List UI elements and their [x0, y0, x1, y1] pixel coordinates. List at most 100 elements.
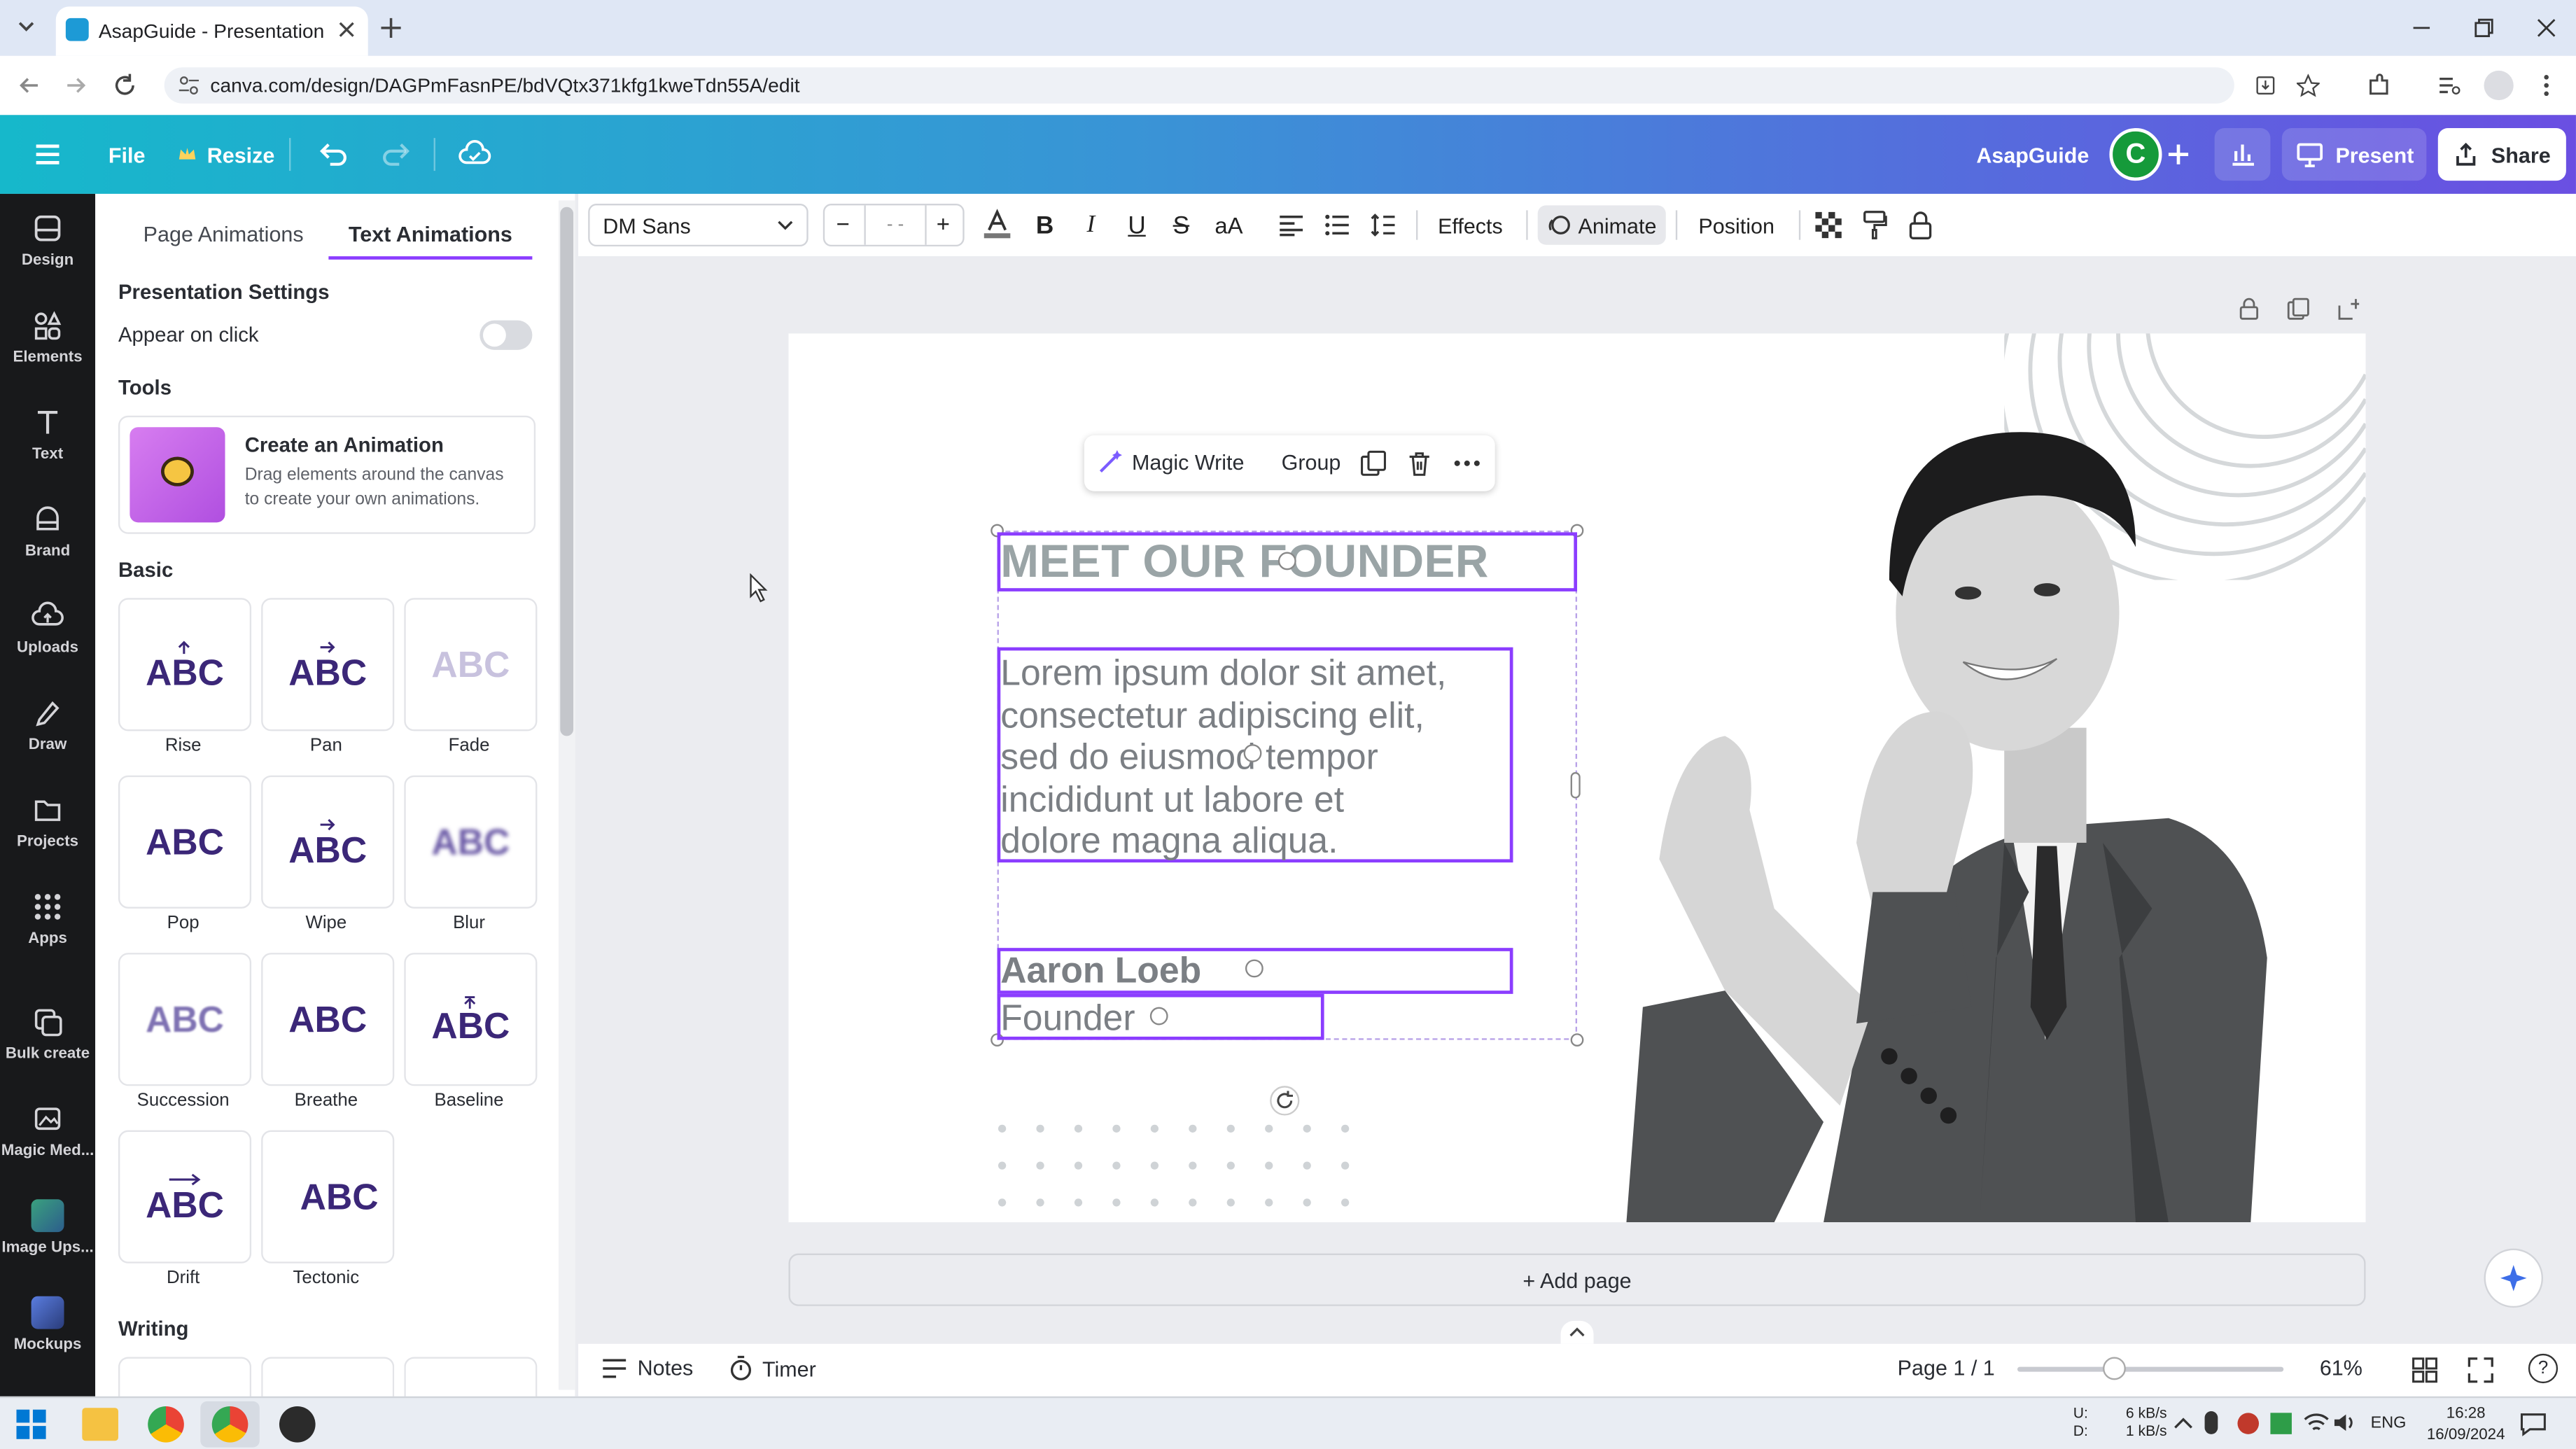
animation-drift[interactable]: ABC [118, 1130, 252, 1264]
nav-bulk-create[interactable]: Bulk create [0, 987, 95, 1079]
animation-blur[interactable]: ABC [404, 775, 538, 909]
zoom-slider-knob[interactable] [2103, 1357, 2126, 1380]
nav-projects[interactable]: Projects [0, 776, 95, 867]
nav-text[interactable]: Text [0, 388, 95, 479]
page-lock-icon[interactable] [2237, 298, 2260, 321]
help-icon[interactable]: ? [2528, 1353, 2558, 1384]
tray-chevron-up-icon[interactable] [2174, 1415, 2193, 1431]
menu-icon[interactable] [29, 132, 66, 178]
move-handle-icon[interactable] [1278, 552, 1296, 570]
magic-assistant-icon[interactable] [2484, 1248, 2544, 1308]
user-avatar[interactable]: C [2109, 128, 2162, 181]
invite-plus-icon[interactable] [2162, 132, 2195, 178]
duplicate-page-icon[interactable] [2287, 298, 2310, 321]
animation-wipe[interactable]: ABC [261, 775, 395, 909]
fullscreen-icon[interactable] [2468, 1357, 2494, 1384]
transparency-icon[interactable] [1810, 205, 1847, 244]
align-left-icon[interactable] [1273, 205, 1310, 244]
wifi-icon[interactable] [2303, 1411, 2330, 1434]
insights-chart-icon[interactable] [2214, 128, 2271, 181]
reload-icon[interactable] [112, 72, 139, 99]
bold-button[interactable]: B [1027, 205, 1063, 244]
nav-elements[interactable]: Elements [0, 290, 95, 382]
animation-fade[interactable]: ABC [404, 598, 538, 732]
present-button[interactable]: Present [2281, 128, 2427, 181]
install-app-icon[interactable] [2254, 74, 2277, 97]
zoom-slider[interactable] [2017, 1357, 2284, 1380]
team-name[interactable]: AsapGuide [1976, 132, 2089, 178]
font-size-input[interactable]: - - [864, 205, 927, 245]
underline-button[interactable]: U [1119, 205, 1155, 244]
url-field[interactable]: canva.com/design/DAGPmFasnPE/bdVQtx371kf… [164, 67, 2320, 104]
notifications-icon[interactable] [2520, 1411, 2547, 1438]
nav-mockups[interactable]: Mockups [0, 1278, 95, 1370]
chrome-active-icon[interactable] [211, 1406, 248, 1443]
add-page-button[interactable]: + Add page [788, 1253, 2366, 1306]
tray-app-icon[interactable] [2270, 1413, 2292, 1434]
text-color-button[interactable] [979, 205, 1016, 244]
position-button[interactable]: Position [1686, 205, 1788, 244]
animation-succession[interactable]: ABC [118, 953, 252, 1086]
appear-on-click-toggle[interactable] [479, 320, 533, 350]
nav-apps[interactable]: Apps [0, 872, 95, 964]
minimize-icon[interactable] [2409, 15, 2435, 41]
media-controls-icon[interactable] [2436, 72, 2463, 99]
language-indicator[interactable]: ENG [2371, 1415, 2407, 1433]
move-handle-icon[interactable] [1149, 1007, 1168, 1026]
back-icon[interactable] [16, 72, 43, 99]
nav-image-upscaler[interactable]: Image Ups... [0, 1181, 95, 1273]
decrease-size-button[interactable]: − [836, 210, 850, 237]
tab-text-animations[interactable]: Text Animations [328, 210, 533, 260]
more-options-icon[interactable] [1452, 450, 1482, 477]
forward-icon[interactable] [62, 72, 89, 99]
browser-menu-icon[interactable] [2533, 72, 2560, 99]
duplicate-icon[interactable] [1360, 450, 1387, 477]
extensions-icon[interactable] [2366, 72, 2393, 99]
animation-baseline[interactable]: ABC [404, 953, 538, 1086]
magic-write-button[interactable]: Magic Write [1098, 449, 1245, 475]
profile-avatar[interactable] [2484, 70, 2514, 101]
side-resize-handle[interactable] [1570, 772, 1581, 799]
font-family-select[interactable]: DM Sans [588, 204, 808, 247]
window-close-icon[interactable] [2533, 15, 2560, 41]
lock-icon[interactable] [1903, 205, 1939, 244]
tab-close-icon[interactable] [335, 18, 358, 41]
bookmark-star-icon[interactable] [2296, 74, 2320, 97]
volume-icon[interactable] [2333, 1411, 2360, 1434]
share-button[interactable]: Share [2437, 128, 2566, 181]
line-spacing-icon[interactable] [1365, 205, 1401, 244]
site-info-icon[interactable] [177, 74, 200, 97]
add-page-icon[interactable] [2336, 298, 2360, 321]
animation-pan[interactable]: ABC [261, 598, 395, 732]
chrome-icon[interactable] [148, 1406, 184, 1443]
animation-pop[interactable]: ABC [118, 775, 252, 909]
nav-brand[interactable]: Brand [0, 484, 95, 576]
obs-recorder-icon[interactable] [279, 1406, 316, 1443]
move-handle-icon[interactable] [1245, 959, 1264, 978]
nav-draw[interactable]: Draw [0, 678, 95, 770]
undo-icon[interactable] [316, 132, 352, 178]
file-explorer-icon[interactable] [82, 1408, 118, 1441]
tab-page-animations[interactable]: Page Animations [118, 210, 328, 256]
rotate-handle-icon[interactable] [1270, 1086, 1300, 1116]
redo-icon[interactable] [378, 132, 414, 178]
increase-size-button[interactable]: + [937, 210, 950, 237]
animation-rise[interactable]: ABC [118, 598, 252, 732]
recording-indicator-icon[interactable] [2237, 1413, 2259, 1434]
new-tab-icon[interactable] [378, 15, 405, 41]
slide-canvas[interactable]: Magic Write Group MEET OUR FOUNDER Lorem… [788, 333, 2366, 1223]
resize-button[interactable]: Resize [177, 132, 274, 178]
expand-notes-chevron-icon[interactable] [1560, 1320, 1594, 1344]
bullet-list-icon[interactable] [1320, 205, 1356, 244]
page-indicator[interactable]: Page 1 / 1 [1898, 1355, 1995, 1380]
animation-breathe[interactable]: ABC [261, 953, 395, 1086]
paint-format-icon[interactable] [1856, 205, 1893, 244]
restore-icon[interactable] [2471, 15, 2498, 41]
nav-design[interactable]: Design [0, 194, 95, 286]
notes-button[interactable]: Notes [601, 1355, 693, 1380]
effects-button[interactable]: Effects [1426, 205, 1515, 244]
clock[interactable]: 16:28 16/09/2024 [2421, 1403, 2510, 1446]
delete-trash-icon[interactable] [1406, 450, 1433, 477]
animation-tectonic[interactable]: ABC [261, 1130, 395, 1264]
group-button[interactable]: Group [1282, 450, 1341, 475]
